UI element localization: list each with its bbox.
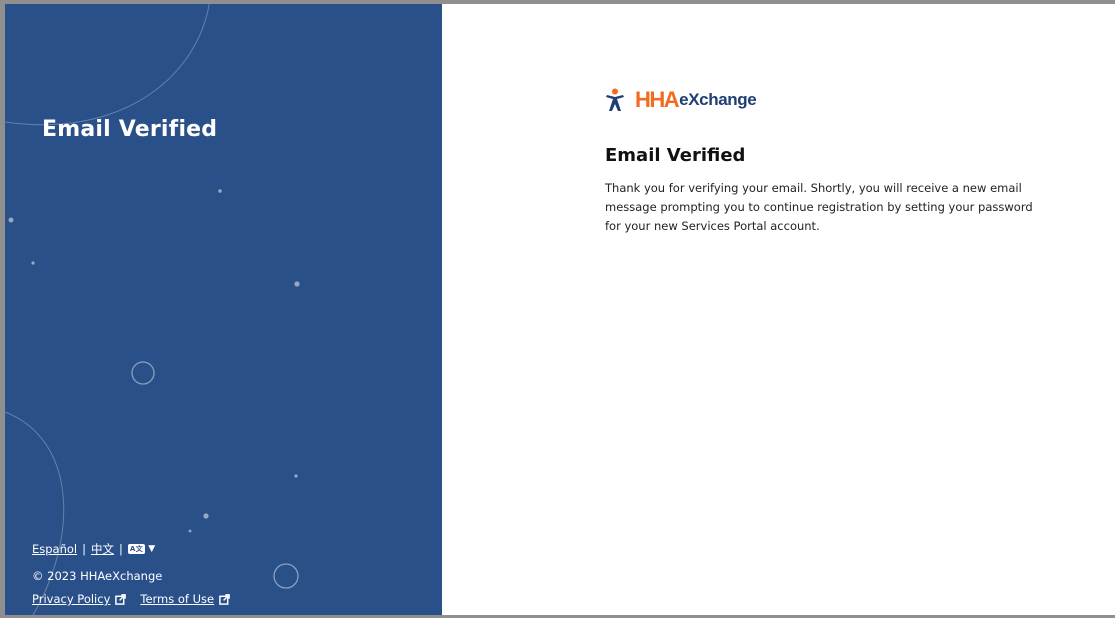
left-panel: Email Verified Español | 中文 | A文 ▼ © 202… [5, 4, 442, 615]
translate-icon: A文 [127, 544, 146, 554]
page-title: Email Verified [605, 145, 746, 166]
language-separator: | [82, 542, 86, 556]
verification-message: Thank you for verifying your email. Shor… [605, 181, 1033, 233]
page-frame: Email Verified Español | 中文 | A文 ▼ © 202… [5, 4, 1115, 615]
terms-of-use-link[interactable]: Terms of Use [140, 592, 230, 606]
legal-links: Privacy Policy Terms of Use [32, 592, 230, 606]
language-selector-icon[interactable]: A文 ▼ [127, 544, 156, 554]
language-switcher: Español | 中文 | A文 ▼ [32, 541, 155, 557]
background-decoration [5, 4, 300, 615]
language-separator: | [119, 542, 123, 556]
logo-text-hha: HHA [635, 87, 680, 112]
language-link-chinese[interactable]: 中文 [91, 541, 114, 557]
hhaexchange-logo: HHA eXchange [605, 87, 757, 113]
person-star-logo-icon [606, 88, 624, 111]
privacy-policy-label: Privacy Policy [32, 592, 111, 606]
left-panel-title: Email Verified [42, 117, 218, 142]
logo-text-exchange: eXchange [679, 90, 757, 109]
copyright-text: © 2023 HHAeXchange [32, 569, 163, 583]
external-link-icon [115, 593, 127, 605]
language-link-spanish[interactable]: Español [32, 542, 77, 556]
external-link-icon [219, 593, 230, 605]
caret-down-icon: ▼ [148, 544, 156, 554]
privacy-policy-link[interactable]: Privacy Policy [32, 592, 127, 606]
main-content: HHA eXchange Email Verified Thank you fo… [442, 4, 1115, 615]
terms-of-use-label: Terms of Use [140, 592, 215, 606]
